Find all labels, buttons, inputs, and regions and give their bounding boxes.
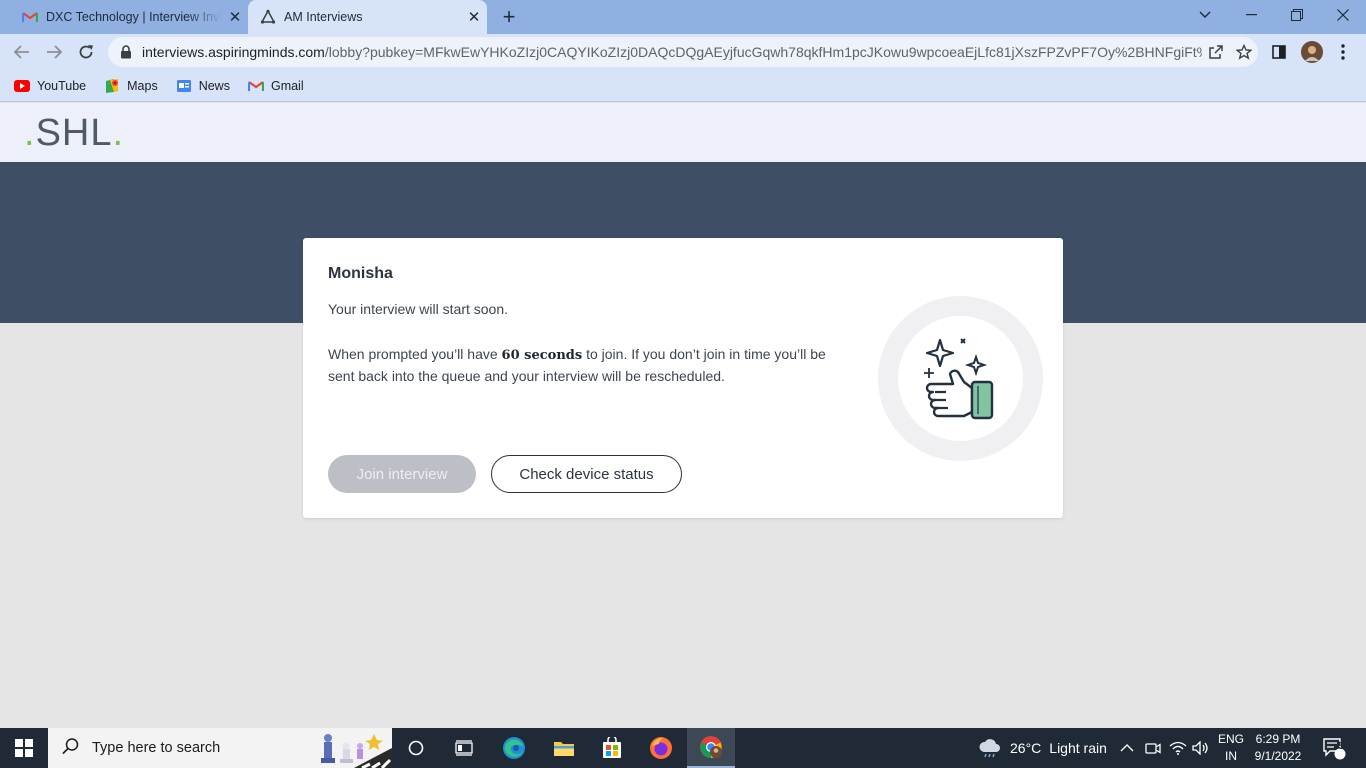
am-interviews-icon [260,9,276,25]
language-code: ENG [1217,732,1244,746]
join-instructions: When prompted you’ll have 60 seconds to … [328,344,853,387]
weather-widget[interactable]: 26°C Light rain [978,728,1107,768]
show-hidden-icons-chevron[interactable] [1120,728,1134,768]
task-view-icon[interactable] [440,728,488,768]
clock-date: 9/1/2022 [1254,749,1302,763]
lobby-card: Monisha Your interview will start soon. … [303,238,1063,518]
forward-arrow-icon[interactable] [40,38,68,66]
status-message: Your interview will start soon. [328,301,509,317]
search-placeholder: Type here to search [92,740,221,756]
tab-title: DXC Technology | Interview Invitation [46,10,222,24]
close-tab-icon[interactable]: ✕ [222,4,248,30]
chess-highlight-icon [314,728,392,768]
thumbs-up-sparkles-icon [924,338,994,420]
windows-taskbar: Type here to search 26°C Light rain ENG … [0,728,1366,768]
tab-search-chevron-icon[interactable] [1182,0,1228,30]
minimize-button[interactable] [1228,0,1274,30]
bookmark-label: News [198,78,230,93]
file-explorer-icon[interactable] [540,728,588,768]
site-header: .SHL. [0,103,1366,162]
shl-logo[interactable]: .SHL. [24,112,124,155]
volume-icon[interactable] [1192,728,1210,768]
bookmark-label: Gmail [270,78,304,93]
weather-temp: 26°C [1010,740,1042,756]
clock-time: 6:29 PM [1255,732,1301,746]
tab-title: AM Interviews [284,10,363,24]
bookmark-gmail[interactable]: Gmail [247,78,304,94]
microsoft-store-icon[interactable] [588,728,636,768]
logo-text: SHL [35,112,113,154]
share-icon[interactable] [1202,38,1230,66]
illustration-background [898,316,1023,441]
back-arrow-icon[interactable] [8,38,36,66]
firefox-icon[interactable] [637,728,685,768]
join-interview-button[interactable]: Join interview [328,455,476,493]
instructions-text: When prompted you’ll have [328,346,502,362]
browser-toolbar: interviews.aspiringminds.com/lobby?pubke… [0,34,1366,70]
system-clock[interactable]: 6:29 PM 9/1/2022 [1244,731,1312,765]
bookmark-news[interactable]: News [176,78,230,94]
notification-center-icon[interactable]: 5 [1322,728,1346,768]
meet-now-icon[interactable] [1145,728,1161,768]
new-tab-button[interactable]: + [496,4,522,30]
url-path: /lobby?pubkey=MFkwEwYHKoZIzj0CAQYIKoZIzj… [324,44,1202,60]
close-window-button[interactable] [1320,0,1366,30]
wifi-icon[interactable] [1169,728,1187,768]
tab-strip: DXC Technology | Interview Invitation ✕ … [0,0,1366,34]
search-icon [62,737,80,760]
cortana-icon[interactable] [392,728,440,768]
restore-button[interactable] [1274,0,1320,30]
edge-icon[interactable] [490,728,538,768]
bookmark-star-icon[interactable] [1230,38,1258,66]
youtube-icon [14,78,30,94]
candidate-name: Monisha [328,265,393,282]
join-time-limit: 60 seconds [501,348,583,363]
url-text: interviews.aspiringminds.com/lobby?pubke… [142,44,1202,60]
notification-badge: 5 [1338,741,1344,752]
lock-icon [120,45,134,59]
url-host: interviews.aspiringminds.com [142,44,325,60]
maps-icon [104,78,120,94]
taskbar-search-box[interactable]: Type here to search [48,728,392,768]
windows-start-icon[interactable] [0,728,48,768]
illustration-ring [878,296,1043,461]
profile-avatar[interactable] [1298,38,1326,66]
input-language[interactable]: ENG IN [1214,731,1248,765]
cloud-rain-icon [978,738,1002,758]
bookmark-label: Maps [127,78,158,93]
gmail-icon [247,78,264,94]
gmail-icon [22,9,38,25]
tab-dxc-interview[interactable]: DXC Technology | Interview Invitation ✕ [10,0,248,34]
bookmarks-bar: YouTube Maps News Gmail [0,70,1366,102]
bookmark-label: YouTube [37,78,87,93]
region-code: IN [1225,749,1237,763]
bookmark-maps[interactable]: Maps [104,78,158,94]
chrome-taskbar-icon[interactable] [687,728,735,768]
weather-text: Light rain [1049,740,1107,756]
address-bar[interactable]: interviews.aspiringminds.com/lobby?pubke… [108,37,1258,67]
close-tab-icon[interactable]: ✕ [461,4,487,30]
page-content: .SHL. Monisha Your interview will start … [0,103,1366,728]
reload-icon[interactable] [72,38,100,66]
bookmark-youtube[interactable]: YouTube [14,78,86,94]
chrome-menu-icon[interactable] [1329,38,1357,66]
check-device-status-button[interactable]: Check device status [491,455,682,493]
tab-am-interviews[interactable]: AM Interviews ✕ [248,0,487,34]
news-icon [176,78,192,94]
side-panel-icon[interactable] [1265,38,1293,66]
